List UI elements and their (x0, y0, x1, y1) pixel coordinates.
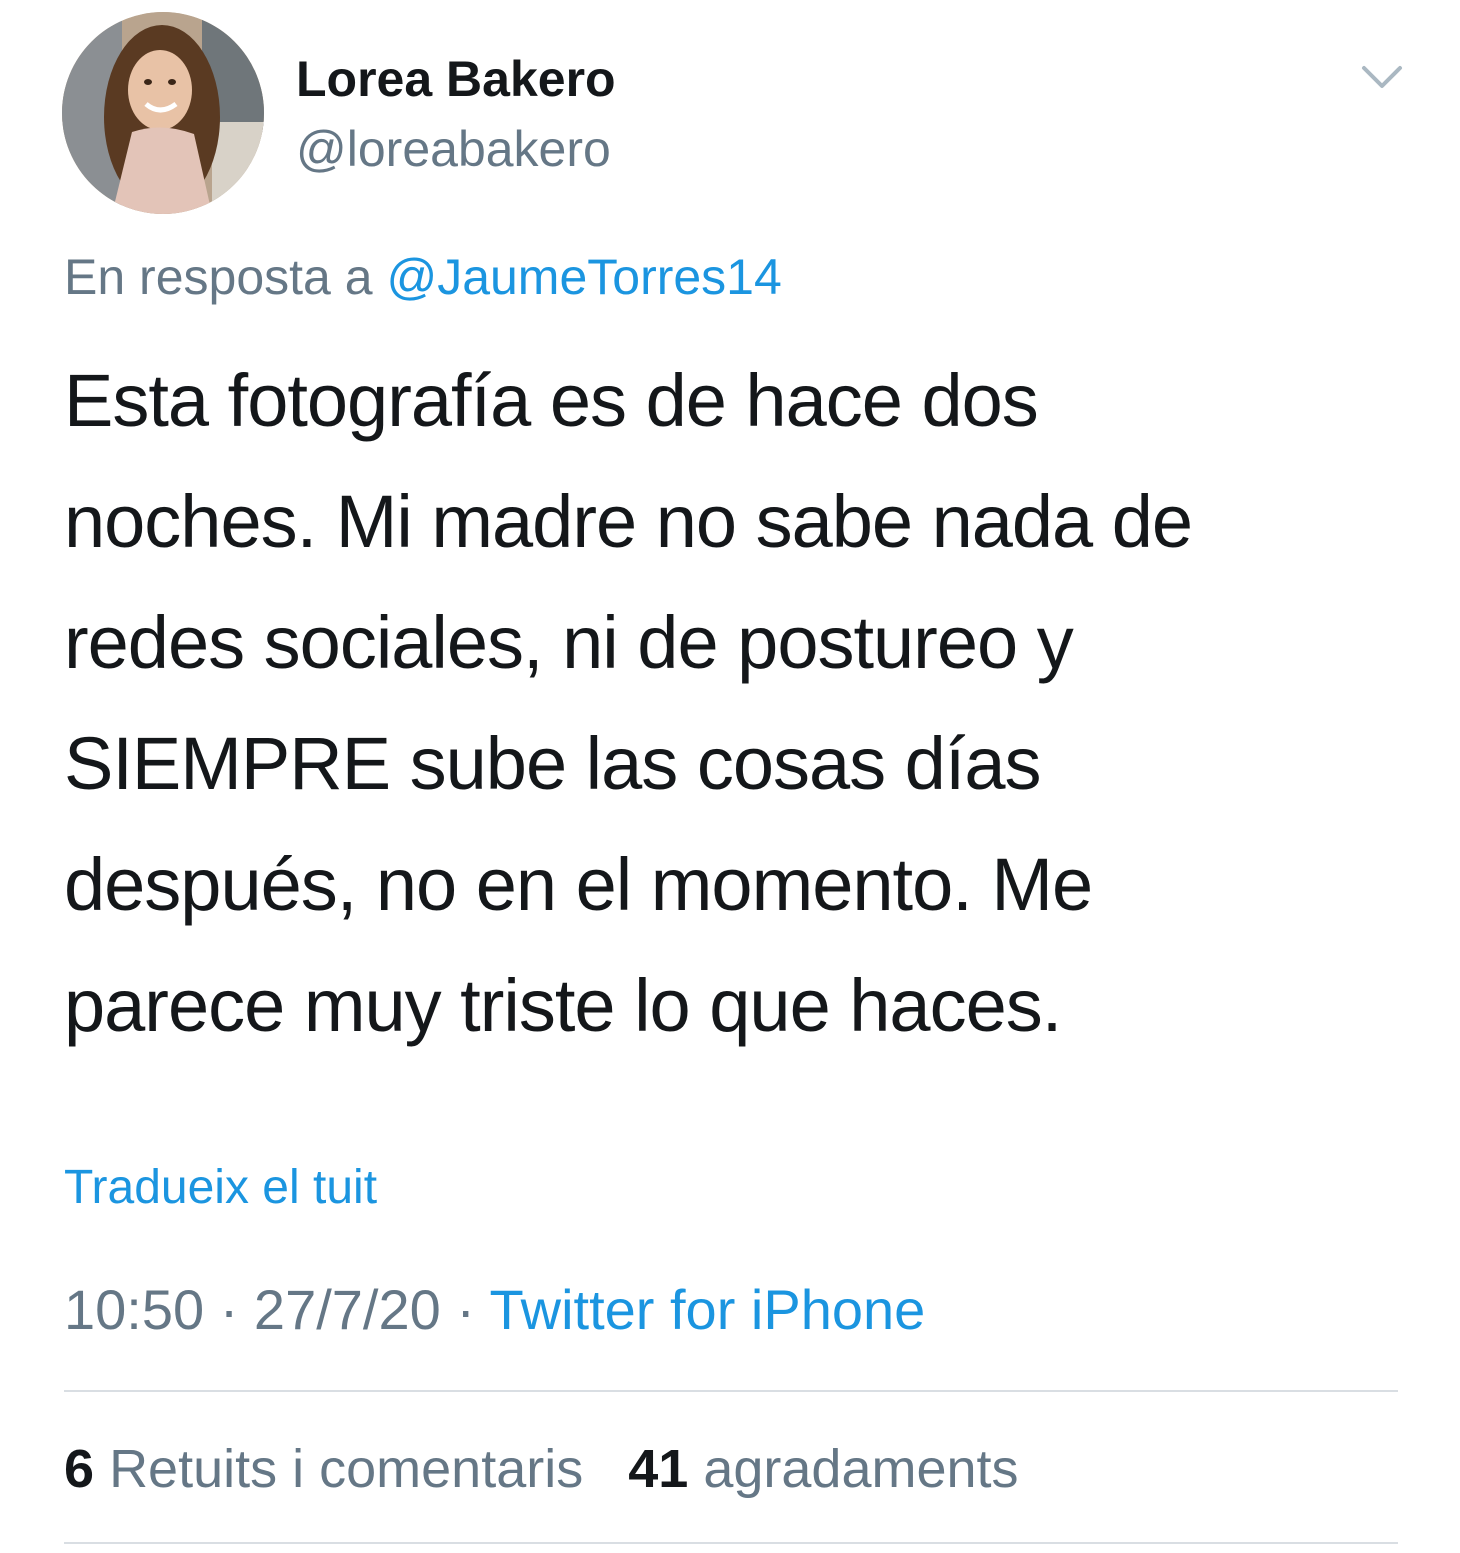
profile-photo (62, 12, 264, 214)
tweet-text-line: Esta fotografía es de hace dos (64, 359, 1039, 442)
tweet-meta: 10:50 · 27/7/20 · Twitter for iPhone (64, 1276, 925, 1344)
reply-context: En resposta a @JaumeTorres14 (64, 246, 782, 308)
chevron-down-icon[interactable] (1352, 58, 1412, 98)
likes-stat[interactable]: 41 agradaments (628, 1436, 1018, 1502)
likes-count: 41 (628, 1439, 689, 1499)
translate-tweet-link[interactable]: Tradueix el tuit (64, 1158, 377, 1218)
divider (64, 1542, 1398, 1544)
retweets-stat[interactable]: 6 Retuits i comentaris (64, 1436, 583, 1502)
author-handle[interactable]: @loreabakero (296, 118, 611, 180)
reply-mention-link[interactable]: @JaumeTorres14 (386, 249, 781, 305)
avatar[interactable] (62, 12, 264, 214)
meta-separator: · (219, 1278, 239, 1341)
tweet-stats: 6 Retuits i comentaris 41 agradaments (64, 1436, 1049, 1502)
tweet-source-link[interactable]: Twitter for iPhone (490, 1278, 926, 1341)
author-display-name[interactable]: Lorea Bakero (296, 48, 616, 110)
tweet-text-line: noches. Mi madre no sabe nada de (64, 480, 1193, 563)
tweet-text: Esta fotografía es de hace dos noches. M… (64, 340, 1364, 1066)
tweet-time: 10:50 (64, 1278, 205, 1341)
retweets-count: 6 (64, 1439, 95, 1499)
tweet-text-line: redes sociales, ni de postureo y (64, 601, 1074, 684)
retweets-label: Retuits i comentaris (109, 1439, 584, 1499)
tweet-text-line: después, no en el momento. Me (64, 843, 1093, 926)
tweet-text-line: SIEMPRE sube las cosas días (64, 722, 1042, 805)
divider (64, 1390, 1398, 1392)
reply-prefix: En resposta a (64, 249, 373, 305)
meta-separator: · (456, 1278, 475, 1341)
tweet-text-line: parece muy triste lo que haces. (64, 964, 1062, 1047)
tweet-date: 27/7/20 (253, 1278, 441, 1341)
likes-label: agradaments (703, 1439, 1019, 1499)
